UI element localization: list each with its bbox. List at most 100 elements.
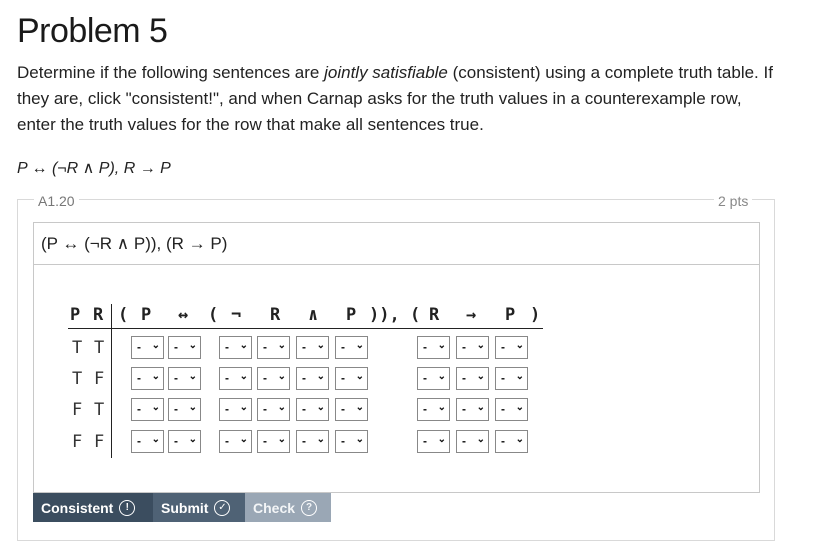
header-negation: ¬: [231, 305, 242, 325]
chevron-down-icon: ⌄: [437, 340, 446, 351]
row3-select-7[interactable]: - ⌄: [417, 398, 450, 421]
row4-select-9-value: -: [501, 434, 505, 448]
row2-select-3[interactable]: - ⌄: [219, 367, 252, 390]
row4-select-7[interactable]: - ⌄: [417, 430, 450, 453]
row4-select-3-value: -: [225, 434, 229, 448]
row4-select-9[interactable]: - ⌄: [495, 430, 528, 453]
chevron-down-icon: ⌄: [476, 340, 485, 351]
row2-select-2[interactable]: - ⌄: [168, 367, 201, 390]
chevron-down-icon: ⌄: [476, 402, 485, 413]
row2-select-8[interactable]: - ⌄: [456, 367, 489, 390]
page-title: Problem 5: [17, 12, 168, 50]
row1-select-1[interactable]: - ⌄: [131, 336, 164, 359]
header-biconditional: ↔: [178, 305, 189, 325]
row1-select-3[interactable]: - ⌄: [219, 336, 252, 359]
chevron-down-icon: ⌄: [355, 340, 364, 351]
consistent-button[interactable]: Consistent !: [33, 493, 153, 522]
row1-select-4[interactable]: - ⌄: [257, 336, 290, 359]
row3-select-4[interactable]: - ⌄: [257, 398, 290, 421]
check-circle-icon: ✓: [214, 499, 231, 516]
row2-select-4-value: -: [263, 371, 267, 385]
row1-select-2-value: -: [174, 340, 178, 354]
row1-select-7-value: -: [423, 340, 427, 354]
chevron-down-icon: ⌄: [277, 340, 286, 351]
row2-select-7[interactable]: - ⌄: [417, 367, 450, 390]
row3-select-5-value: -: [302, 402, 306, 416]
chevron-down-icon: ⌄: [151, 371, 160, 382]
row2-R-value: F: [94, 369, 105, 389]
action-bar: Consistent ! Submit ✓ Check ?: [33, 493, 331, 522]
row3-select-1-value: -: [137, 402, 141, 416]
chevron-down-icon: ⌄: [437, 371, 446, 382]
row1-select-8[interactable]: - ⌄: [456, 336, 489, 359]
chevron-down-icon: ⌄: [476, 434, 485, 445]
row3-select-9[interactable]: - ⌄: [495, 398, 528, 421]
row2-P-value: T: [72, 369, 83, 389]
row3-select-2[interactable]: - ⌄: [168, 398, 201, 421]
row4-select-4[interactable]: - ⌄: [257, 430, 290, 453]
row2-select-8-value: -: [462, 371, 466, 385]
row3-select-9-value: -: [501, 402, 505, 416]
row1-select-3-value: -: [225, 340, 229, 354]
row2-select-4[interactable]: - ⌄: [257, 367, 290, 390]
row2-select-3-value: -: [225, 371, 229, 385]
header-P-2: P: [346, 305, 357, 325]
row2-select-1[interactable]: - ⌄: [131, 367, 164, 390]
row4-select-6[interactable]: - ⌄: [335, 430, 368, 453]
row1-select-6-value: -: [341, 340, 345, 354]
row1-select-6[interactable]: - ⌄: [335, 336, 368, 359]
row3-select-3-value: -: [225, 402, 229, 416]
header-conditional: →: [466, 305, 477, 325]
chevron-down-icon: ⌄: [277, 371, 286, 382]
row1-R-value: T: [94, 338, 105, 358]
check-label: Check: [253, 499, 296, 516]
header-close-parens: )),: [369, 305, 400, 325]
row1-select-1-value: -: [137, 340, 141, 354]
chevron-down-icon: ⌄: [151, 434, 160, 445]
chevron-down-icon: ⌄: [239, 402, 248, 413]
row2-select-5[interactable]: - ⌄: [296, 367, 329, 390]
row2-select-2-value: -: [174, 371, 178, 385]
check-button[interactable]: Check ?: [245, 493, 331, 522]
chevron-down-icon: ⌄: [316, 402, 325, 413]
row4-P-value: F: [72, 432, 83, 452]
row1-select-7[interactable]: - ⌄: [417, 336, 450, 359]
row4-select-5[interactable]: - ⌄: [296, 430, 329, 453]
row3-select-5[interactable]: - ⌄: [296, 398, 329, 421]
chevron-down-icon: ⌄: [239, 340, 248, 351]
row3-select-1[interactable]: - ⌄: [131, 398, 164, 421]
row3-select-8[interactable]: - ⌄: [456, 398, 489, 421]
points-label: 2 pts: [714, 193, 753, 209]
row1-select-5[interactable]: - ⌄: [296, 336, 329, 359]
row3-R-value: T: [94, 400, 105, 420]
row4-select-8[interactable]: - ⌄: [456, 430, 489, 453]
row4-select-1[interactable]: - ⌄: [131, 430, 164, 453]
header-P-3: P: [505, 305, 516, 325]
row1-select-2[interactable]: - ⌄: [168, 336, 201, 359]
row3-select-6[interactable]: - ⌄: [335, 398, 368, 421]
header-open-paren: (: [118, 305, 129, 325]
row4-select-2-value: -: [174, 434, 178, 448]
description-text-1: Determine if the following sentences are: [17, 63, 325, 82]
row4-select-2[interactable]: - ⌄: [168, 430, 201, 453]
chevron-down-icon: ⌄: [515, 371, 524, 382]
row2-select-6[interactable]: - ⌄: [335, 367, 368, 390]
row4-select-3[interactable]: - ⌄: [219, 430, 252, 453]
row1-select-9[interactable]: - ⌄: [495, 336, 528, 359]
sentence-text: (P ↔ (¬R ∧ P)), (R → P): [41, 234, 228, 253]
submit-button[interactable]: Submit ✓: [153, 493, 245, 522]
chevron-down-icon: ⌄: [277, 434, 286, 445]
chevron-down-icon: ⌄: [437, 402, 446, 413]
chevron-down-icon: ⌄: [188, 340, 197, 351]
row1-select-4-value: -: [263, 340, 267, 354]
chevron-down-icon: ⌄: [515, 402, 524, 413]
header-P-atom: P: [70, 305, 81, 325]
row4-select-4-value: -: [263, 434, 267, 448]
row2-select-5-value: -: [302, 371, 306, 385]
row4-select-8-value: -: [462, 434, 466, 448]
chevron-down-icon: ⌄: [316, 434, 325, 445]
chevron-down-icon: ⌄: [188, 371, 197, 382]
row2-select-9[interactable]: - ⌄: [495, 367, 528, 390]
chevron-down-icon: ⌄: [355, 371, 364, 382]
row3-select-3[interactable]: - ⌄: [219, 398, 252, 421]
